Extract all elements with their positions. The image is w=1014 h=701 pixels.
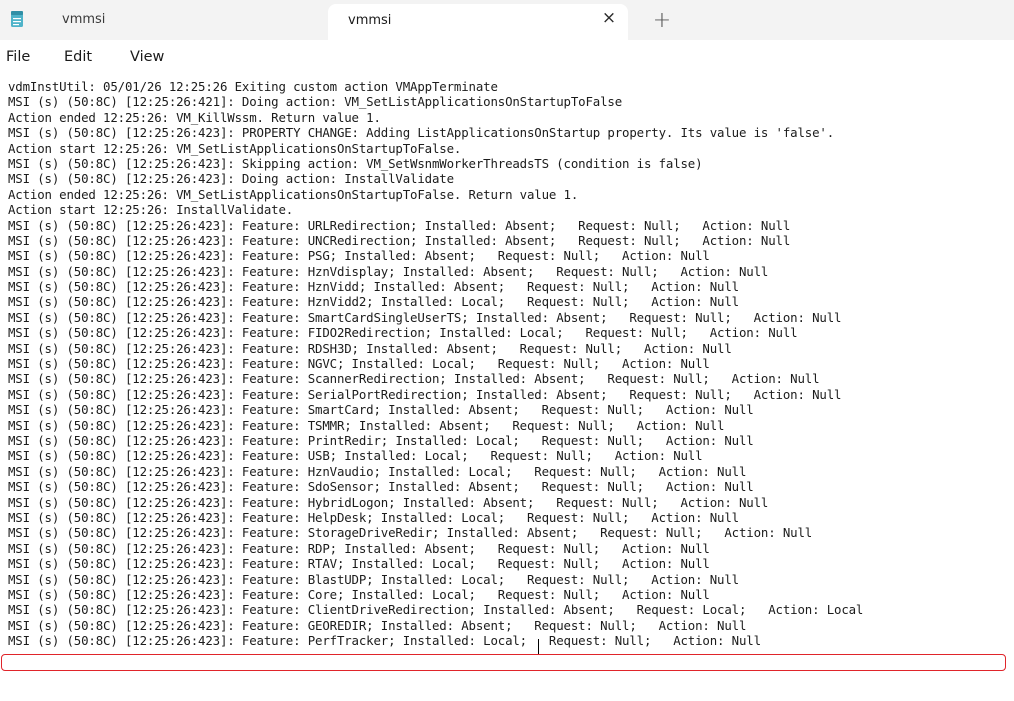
log-line: Action ended 12:25:26: VM_SetListApplica… xyxy=(8,186,579,202)
menu-view[interactable]: View xyxy=(130,49,164,65)
log-line: MSI (s) (50:8C) [12:25:26:423]: Feature:… xyxy=(8,294,739,310)
log-line: MSI (s) (50:8C) [12:25:26:423]: Feature:… xyxy=(8,279,739,295)
tab-bar: vmmsi vmmsi × + xyxy=(0,0,1014,40)
log-line: MSI (s) (50:8C) [12:25:26:423]: Feature:… xyxy=(8,602,864,618)
log-line: Action start 12:25:26: InstallValidate. xyxy=(8,202,294,218)
log-line: MSI (s) (50:8C) [12:25:26:423]: Feature:… xyxy=(8,232,791,248)
log-line: MSI (s) (50:8C) [12:25:26:423]: Doing ac… xyxy=(8,171,454,187)
tab-label: vmmsi xyxy=(348,13,392,28)
log-line: MSI (s) (50:8C) [12:25:26:423]: Feature:… xyxy=(8,386,842,402)
log-line: MSI (s) (50:8C) [12:25:26:423]: Feature:… xyxy=(8,540,710,556)
log-line: MSI (s) (50:8C) [12:25:26:423]: Feature:… xyxy=(8,340,732,356)
log-line: MSI (s) (50:8C) [12:25:26:423]: Feature:… xyxy=(8,633,761,649)
log-line: MSI (s) (50:8C) [12:25:26:423]: Feature:… xyxy=(8,263,769,279)
log-line: MSI (s) (50:8C) [12:25:26:423]: Feature:… xyxy=(8,402,754,418)
log-line: MSI (s) (50:8C) [12:25:26:421]: Doing ac… xyxy=(8,94,623,110)
log-line: MSI (s) (50:8C) [12:25:26:423]: Feature:… xyxy=(8,509,739,525)
log-line: MSI (s) (50:8C) [12:25:26:423]: Feature:… xyxy=(8,356,710,372)
log-line: MSI (s) (50:8C) [12:25:26:423]: Feature:… xyxy=(8,417,725,433)
log-line: MSI (s) (50:8C) [12:25:26:423]: Feature:… xyxy=(8,309,842,325)
close-icon[interactable]: × xyxy=(595,4,623,32)
log-line: MSI (s) (50:8C) [12:25:26:423]: Feature:… xyxy=(8,463,747,479)
log-line: MSI (s) (50:8C) [12:25:26:423]: Feature:… xyxy=(8,371,820,387)
log-line: MSI (s) (50:8C) [12:25:26:423]: PROPERTY… xyxy=(8,125,835,141)
menu-file[interactable]: File xyxy=(6,49,30,65)
log-line: MSI (s) (50:8C) [12:25:26:423]: Feature:… xyxy=(8,217,791,233)
log-line: MSI (s) (50:8C) [12:25:26:423]: Feature:… xyxy=(8,525,813,541)
tab-vmmsi-inactive[interactable]: vmmsi xyxy=(0,0,324,40)
log-line: Action start 12:25:26: VM_SetListApplica… xyxy=(8,140,462,156)
text-caret xyxy=(538,639,539,654)
log-line: MSI (s) (50:8C) [12:25:26:423]: Skipping… xyxy=(8,155,703,171)
text-editor[interactable]: vdmInstUtil: 05/01/26 12:25:26 Exiting c… xyxy=(0,76,1014,701)
log-line: MSI (s) (50:8C) [12:25:26:423]: Feature:… xyxy=(8,571,739,587)
log-line: MSI (s) (50:8C) [12:25:26:423]: Feature:… xyxy=(8,479,754,495)
log-line: MSI (s) (50:8C) [12:25:26:423]: Feature:… xyxy=(8,617,747,633)
log-line: MSI (s) (50:8C) [12:25:26:423]: Feature:… xyxy=(8,432,754,448)
tab-vmmsi-active[interactable]: vmmsi xyxy=(328,4,628,40)
log-line: MSI (s) (50:8C) [12:25:26:423]: Feature:… xyxy=(8,586,710,602)
log-line: MSI (s) (50:8C) [12:25:26:423]: Feature:… xyxy=(8,556,710,572)
log-line: MSI (s) (50:8C) [12:25:26:423]: Feature:… xyxy=(8,325,798,341)
tab-label: vmmsi xyxy=(62,12,106,27)
log-line: MSI (s) (50:8C) [12:25:26:423]: Feature:… xyxy=(8,248,710,264)
highlight-box xyxy=(1,654,1006,671)
log-lines: vdmInstUtil: 05/01/26 12:25:26 Exiting c… xyxy=(8,79,863,648)
log-line: MSI (s) (50:8C) [12:25:26:423]: Feature:… xyxy=(8,494,769,510)
log-line: MSI (s) (50:8C) [12:25:26:423]: Feature:… xyxy=(8,448,703,464)
log-line: Action ended 12:25:26: VM_KillWssm. Retu… xyxy=(8,109,381,125)
menu-bar: File Edit View xyxy=(0,40,1014,76)
plus-icon[interactable]: + xyxy=(648,6,676,34)
notepad-icon xyxy=(10,10,24,28)
log-line: vdmInstUtil: 05/01/26 12:25:26 Exiting c… xyxy=(8,79,498,94)
menu-edit[interactable]: Edit xyxy=(64,49,92,65)
